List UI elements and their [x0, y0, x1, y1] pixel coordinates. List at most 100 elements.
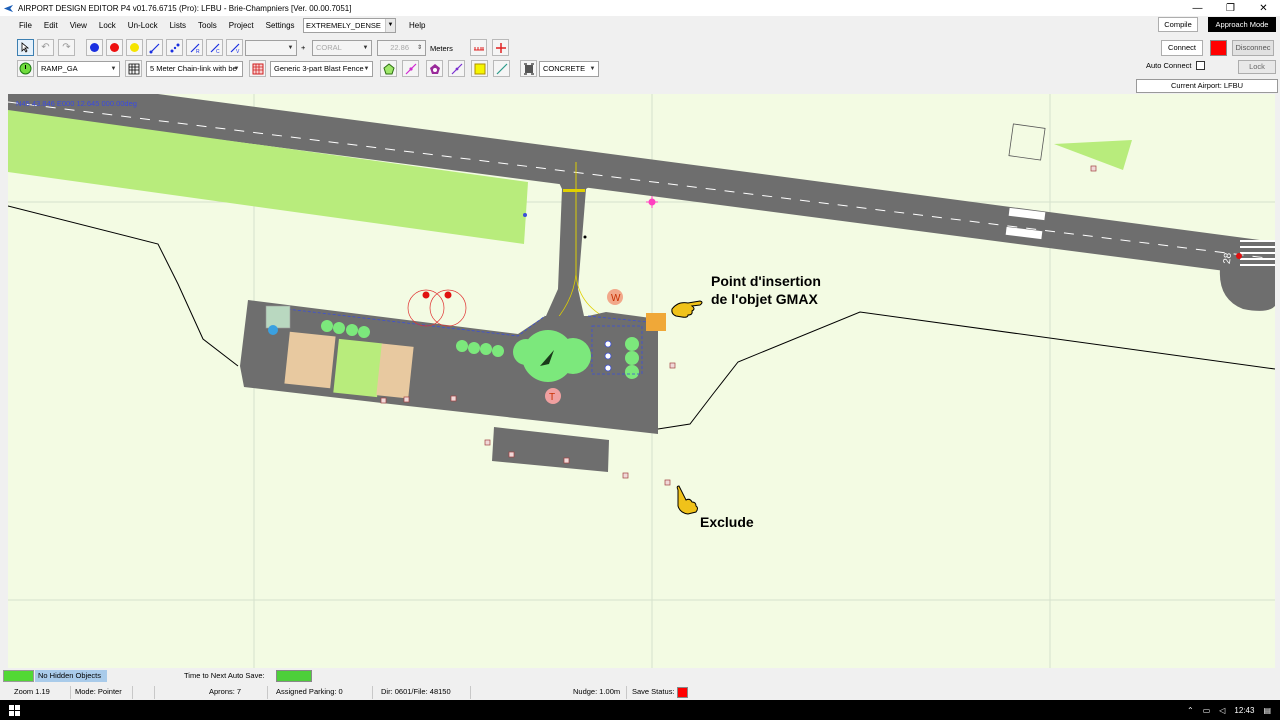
surface-select[interactable]: CONCRETE ▼: [539, 61, 599, 77]
volume-icon[interactable]: ◁: [1219, 706, 1225, 715]
pointer-tool-button[interactable]: [17, 39, 34, 56]
parking-spots[interactable]: [604, 340, 612, 372]
chevron-down-icon: ▼: [362, 45, 369, 51]
red-dot-icon: [110, 43, 119, 52]
redo-button[interactable]: ↷: [58, 39, 75, 56]
system-tray: ⌃ ▭ ◁ 12:43 ▤: [1187, 700, 1280, 720]
sign-line-icon: [451, 63, 462, 74]
menu-project[interactable]: Project: [223, 17, 260, 35]
disconnect-button[interactable]: Disconnec: [1232, 40, 1274, 56]
auto-save-progress: [276, 670, 312, 682]
boundary-line-icon: [496, 63, 507, 74]
yellow-dot-icon: [130, 43, 139, 52]
restore-button[interactable]: ❐: [1214, 0, 1247, 16]
menu-view[interactable]: View: [64, 17, 93, 35]
density-value: EXTREMELY_DENSE: [306, 21, 381, 30]
menu-file[interactable]: File: [13, 17, 38, 35]
auto-connect-checkbox[interactable]: [1196, 61, 1205, 70]
terminal-building-1[interactable]: [284, 331, 336, 389]
menu-help[interactable]: Help: [403, 17, 431, 35]
ruler-tool-button[interactable]: [470, 39, 487, 56]
connection-status-indicator: [1210, 40, 1227, 56]
menu-lists[interactable]: Lists: [164, 17, 192, 35]
fuel-station[interactable]: [268, 325, 278, 335]
terminal-building-2[interactable]: [376, 343, 414, 399]
lock-button[interactable]: Lock: [1238, 60, 1276, 74]
network-icon[interactable]: ▭: [1203, 706, 1211, 715]
blue-node[interactable]: [523, 213, 527, 217]
yellow-fill-tool-button[interactable]: [471, 60, 488, 77]
menu-unlock[interactable]: Un-Lock: [122, 17, 164, 35]
hangar[interactable]: [265, 305, 291, 329]
hidden-objects-swatch[interactable]: [3, 670, 34, 682]
menu-edit[interactable]: Edit: [38, 17, 64, 35]
airport-boundary-east[interactable]: [657, 311, 1275, 430]
close-button[interactable]: ✕: [1247, 0, 1280, 16]
undo-icon: ↶: [41, 42, 50, 53]
crosshair-tool-button[interactable]: [492, 39, 509, 56]
compile-button[interactable]: Compile: [1158, 17, 1198, 32]
runway-end-marker[interactable]: [1236, 253, 1242, 259]
undo-button[interactable]: ↶: [37, 39, 54, 56]
map-canvas[interactable]: 28 W T N45 43.846 E000 12.645 000.00deg …: [8, 94, 1275, 668]
blast-fence-tool-button[interactable]: [249, 60, 266, 77]
menu-settings[interactable]: Settings: [260, 17, 301, 35]
airport-boundary-west[interactable]: [8, 205, 239, 367]
fence-type-select[interactable]: 5 Meter Chain-link with be ▼: [146, 61, 243, 77]
apron-tool-button[interactable]: [520, 60, 537, 77]
menu-tools[interactable]: Tools: [192, 17, 223, 35]
pointing-hand-icon-exclude: [676, 485, 698, 515]
blue-dot-icon: [90, 43, 99, 52]
clock[interactable]: 12:43: [1234, 706, 1254, 715]
boundary-tool-button[interactable]: [493, 60, 510, 77]
runway-line-tool-button[interactable]: R: [186, 39, 203, 56]
pointing-hand-icon: [671, 300, 703, 318]
parking-status: Assigned Parking: 0: [272, 686, 373, 699]
building-outline[interactable]: [1008, 123, 1046, 161]
approach-mode-button[interactable]: Approach Mode: [1208, 17, 1276, 32]
apron-line-tool-button[interactable]: C: [206, 39, 223, 56]
taxi-sign-tool-button[interactable]: [448, 60, 465, 77]
plus-icon[interactable]: +: [301, 43, 305, 52]
approach-lights[interactable]: [407, 289, 467, 327]
node-tool-button[interactable]: [166, 39, 183, 56]
taxiway[interactable]: [546, 172, 599, 316]
notification-icon[interactable]: ▤: [1263, 706, 1271, 715]
object-marker[interactable]: [1090, 165, 1097, 172]
tray-chevron-icon[interactable]: ⌃: [1187, 706, 1194, 715]
ramp-type-select[interactable]: RAMP_GA ▼: [37, 61, 120, 77]
hold-short-line: [563, 189, 585, 192]
fence-tool-button[interactable]: [125, 60, 142, 77]
ramp-tool-button[interactable]: [17, 60, 34, 77]
black-node[interactable]: [583, 235, 587, 239]
gmax-annotation-line-2: de l'objet GMAX: [711, 291, 818, 307]
blast-fence-icon: [252, 63, 263, 74]
runway-line-icon: R: [190, 43, 200, 54]
runway-turnaround[interactable]: [1219, 269, 1275, 311]
airport-reference-point[interactable]: [646, 196, 658, 208]
vehicle-line-tool-button[interactable]: V: [226, 39, 243, 56]
lower-apron[interactable]: [492, 427, 609, 472]
menu-lock[interactable]: Lock: [93, 17, 122, 35]
blue-point-tool-button[interactable]: [86, 39, 103, 56]
minimize-button[interactable]: —: [1181, 0, 1214, 16]
gmax-insertion-object[interactable]: [646, 313, 666, 331]
width-value: 22.86: [390, 43, 409, 52]
map-drawing[interactable]: 28 W T: [8, 94, 1275, 668]
grass-patch[interactable]: [333, 338, 383, 398]
yellow-point-tool-button[interactable]: [126, 39, 143, 56]
blast-fence-select[interactable]: Generic 3-part Blast Fence ▼: [270, 61, 373, 77]
auto-connect-label: Auto Connect: [1146, 61, 1192, 70]
hole-tool-button[interactable]: [426, 60, 443, 77]
line-type-select[interactable]: ▼: [245, 40, 297, 56]
tree-row-3[interactable]: [625, 337, 639, 379]
polygon-tool-button[interactable]: [380, 60, 397, 77]
density-select[interactable]: EXTREMELY_DENSE ▼: [303, 18, 396, 33]
connect-button[interactable]: Connect: [1161, 40, 1203, 56]
width-stepper[interactable]: 22.86 ⇕: [377, 40, 426, 56]
edge-light-tool-button[interactable]: [402, 60, 419, 77]
windows-start-icon[interactable]: [9, 705, 20, 716]
taxi-line-tool-button[interactable]: [146, 39, 163, 56]
windsock-area[interactable]: [1054, 140, 1132, 170]
red-point-tool-button[interactable]: [106, 39, 123, 56]
